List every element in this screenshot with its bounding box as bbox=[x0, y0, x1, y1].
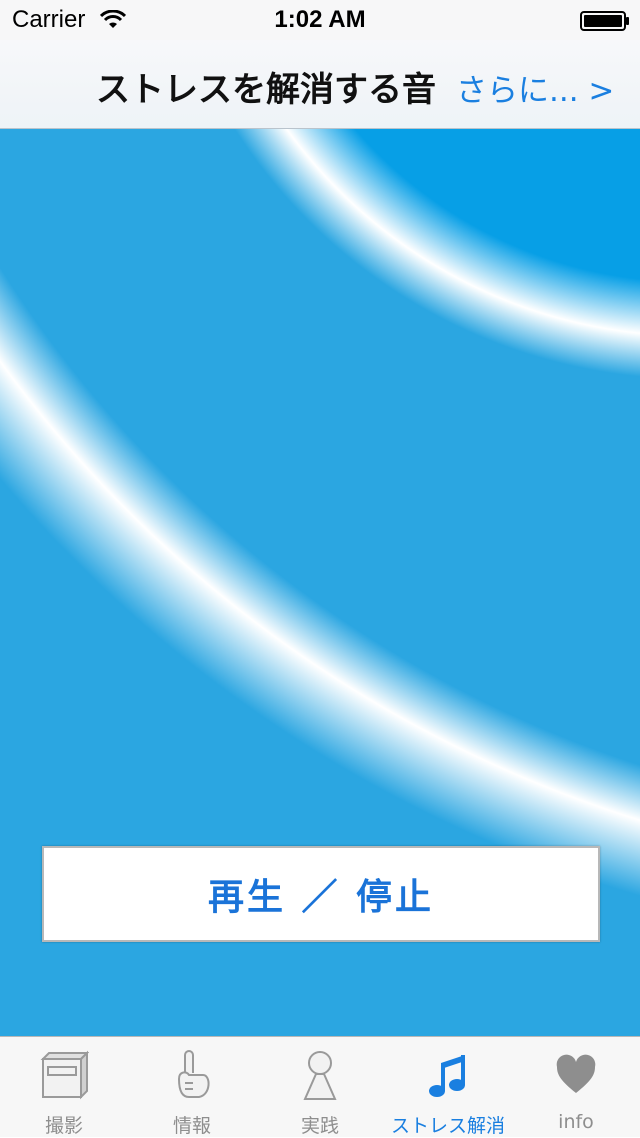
status-bar: Carrier 1:02 AM bbox=[0, 0, 640, 40]
tab-label: info bbox=[558, 1111, 594, 1133]
heart-icon bbox=[556, 1054, 596, 1093]
status-time: 1:02 AM bbox=[274, 6, 366, 33]
tab-label: 撮影 bbox=[44, 1115, 83, 1137]
page-title: ストレスを解消する音 bbox=[96, 70, 436, 110]
tab-bar: 撮影 情報 実践 ストレス解消 info bbox=[0, 1036, 640, 1137]
navigation-bar: ストレスを解消する音 さらに... > bbox=[0, 40, 640, 129]
tab-label: 情報 bbox=[172, 1115, 211, 1137]
play-stop-button[interactable]: 再生 ／ 停止 bbox=[42, 846, 600, 942]
tab-label: ストレス解消 bbox=[390, 1115, 505, 1137]
tab-capture[interactable]: 撮影 bbox=[0, 1037, 128, 1137]
tab-label: 実践 bbox=[300, 1115, 339, 1137]
music-note-icon bbox=[429, 1055, 465, 1097]
tab-info[interactable]: info bbox=[512, 1037, 640, 1137]
tab-practice[interactable]: 実践 bbox=[256, 1037, 384, 1137]
more-link[interactable]: さらに... > bbox=[456, 65, 614, 110]
tab-stress-relief[interactable]: ストレス解消 bbox=[384, 1037, 512, 1137]
camera-box-icon bbox=[40, 1050, 89, 1100]
main-content: 再生 ／ 停止 bbox=[0, 129, 640, 1036]
person-icon bbox=[303, 1051, 337, 1100]
tab-info-jp[interactable]: 情報 bbox=[128, 1037, 256, 1137]
hand-icon bbox=[177, 1050, 210, 1098]
battery-icon bbox=[580, 11, 629, 31]
